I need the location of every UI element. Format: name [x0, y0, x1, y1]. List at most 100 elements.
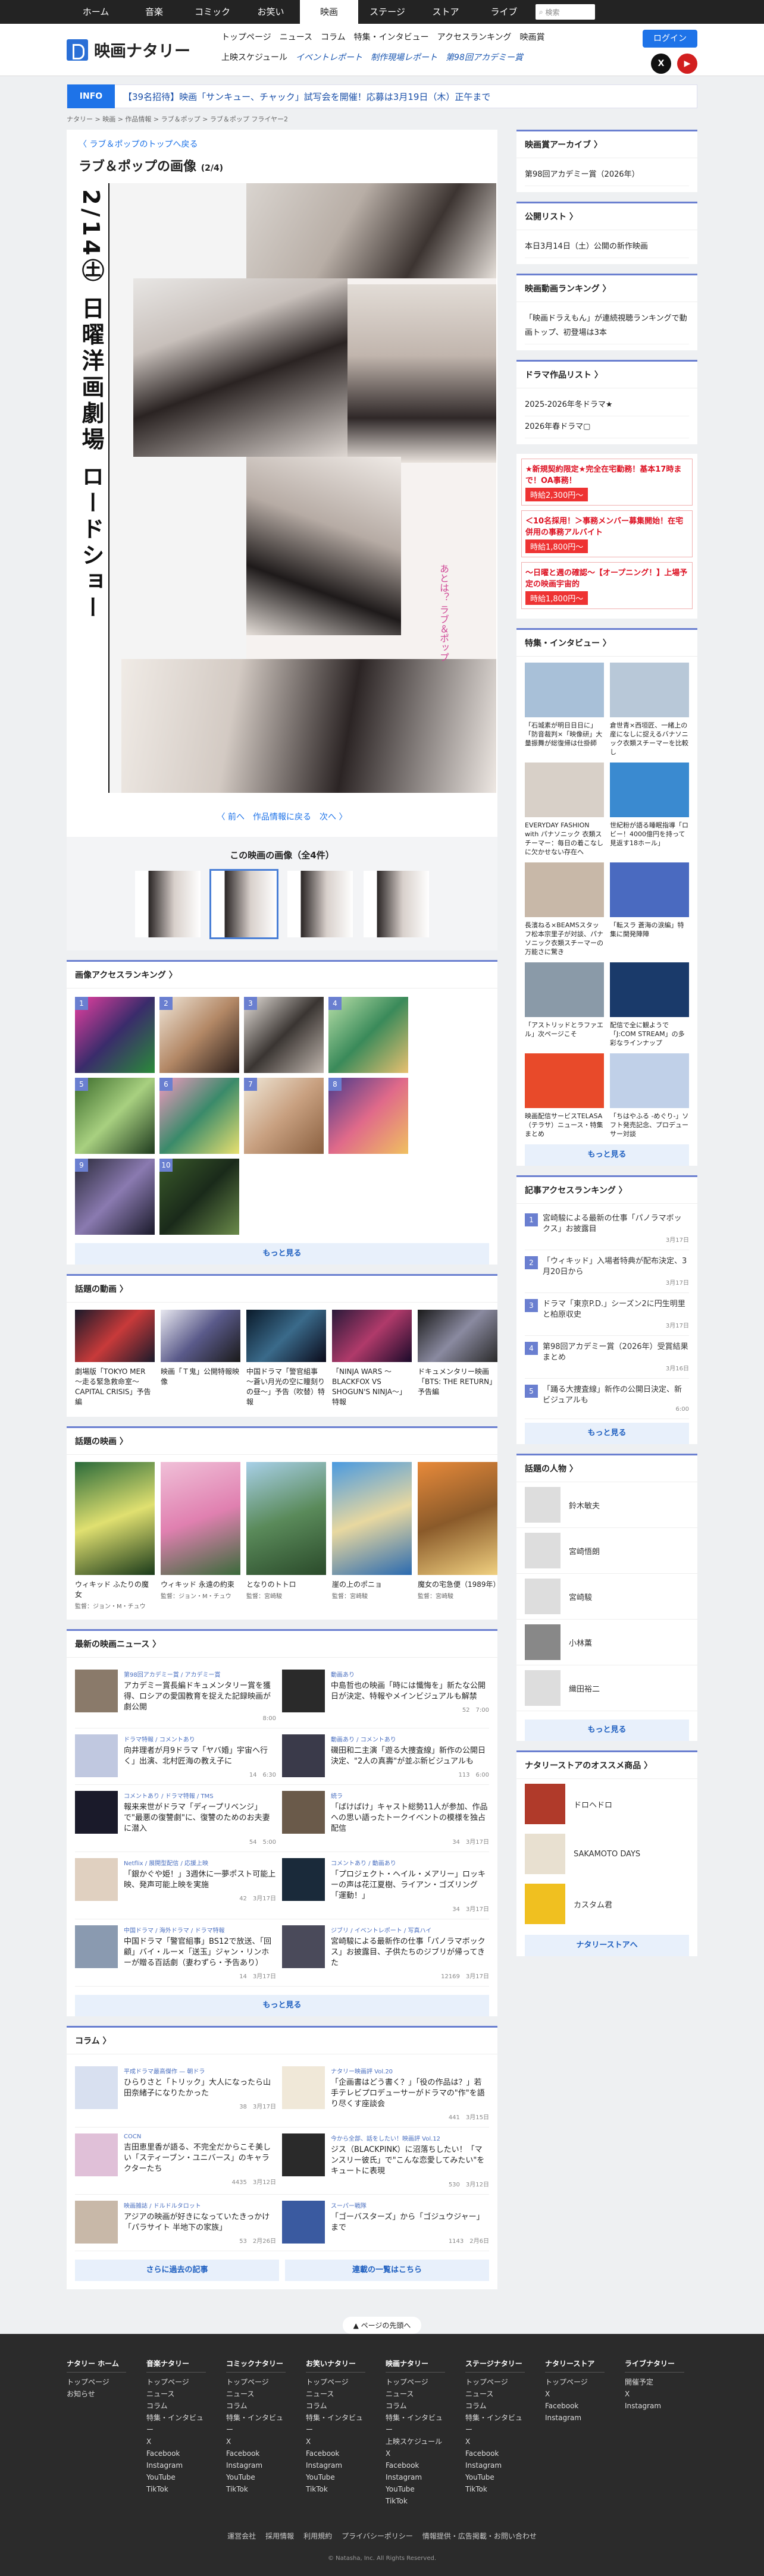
section-title[interactable]: 話題の映画 〉 — [67, 1426, 497, 1455]
footer-link[interactable]: X — [146, 2436, 206, 2448]
footer-link[interactable]: Instagram — [226, 2459, 286, 2471]
section-title[interactable]: 話題の人物 〉 — [516, 1454, 697, 1482]
video-card[interactable]: 映画「Ｔ鬼」公開特報映像 — [161, 1310, 240, 1407]
tab-live[interactable]: ライブ — [475, 0, 533, 24]
footer-link[interactable]: 特集・インタビュー — [386, 2412, 445, 2436]
tab-eiga[interactable]: 映画 — [300, 0, 358, 24]
film-card[interactable]: ウィキッド ふたりの魔女 監督：ジョン・M・チュウ — [75, 1462, 155, 1610]
info-link[interactable]: 【39名招待】映画「サンキュー、チャック」試写会を開催！応募は3月19日（木）正… — [123, 90, 490, 103]
footer-bottom-link[interactable]: 運営会社 — [227, 2532, 256, 2540]
footer-link[interactable]: 上映スケジュール — [386, 2436, 445, 2448]
news-item[interactable]: 続ラ 「ばけばけ」キャスト総勢11人が参加、作品への思い語ったトークイベントの模様… — [282, 1785, 489, 1852]
ranking-item[interactable]: 8 — [328, 1078, 408, 1154]
gnav-feature[interactable]: 特集・インタビュー — [354, 31, 429, 43]
footer-link[interactable]: 開催予定 — [625, 2376, 684, 2388]
footer-link[interactable]: Facebook — [306, 2448, 365, 2459]
video-card[interactable]: ドキュメンタリー映画「BTS: THE RETURN」予告編 — [418, 1310, 497, 1407]
section-title[interactable]: 特集・インタビュー 〉 — [516, 628, 697, 657]
gnav-top[interactable]: トップページ — [221, 31, 271, 43]
footer-column-title[interactable]: ライブナタリー — [625, 2358, 684, 2373]
feature-card[interactable]: 「アストリッドとラファエル」次ページこそ — [525, 962, 604, 1047]
feature-card[interactable]: 「ちはやふる -めぐり-」ソフト発売記念、プロデューサー対談 — [610, 1053, 689, 1138]
video-card[interactable]: 中国ドラマ「警官組事 〜蒼い月光の空に瞳刻りの昼〜」予告（吹替）特報 — [246, 1310, 326, 1407]
ranking-item[interactable]: 3 — [244, 997, 324, 1073]
store-item[interactable]: ドロヘドロ — [516, 1779, 697, 1829]
footer-link[interactable]: TikTok — [226, 2483, 286, 2495]
footer-link[interactable]: X — [226, 2436, 286, 2448]
footer-link[interactable]: 特集・インタビュー — [226, 2412, 286, 2436]
section-title[interactable]: 記事アクセスランキング 〉 — [516, 1175, 697, 1204]
person-item[interactable]: 小林薫 — [516, 1620, 697, 1665]
footer-link[interactable]: X — [625, 2388, 684, 2400]
footer-link[interactable]: Instagram — [146, 2459, 206, 2471]
tab-owarai[interactable]: お笑い — [242, 0, 300, 24]
search-input[interactable]: ⌕ 検索 — [536, 4, 595, 20]
site-logo[interactable]: 映画ナタリー — [67, 38, 190, 61]
news-item[interactable]: 動画あり 中島哲也の映画「時には懺悔を」新たな公開日が決定、特報やメインビジュアル… — [282, 1664, 489, 1728]
subnav-production-report[interactable]: 制作現場レポート — [371, 51, 437, 63]
footer-column-title[interactable]: ナタリー ホーム — [67, 2358, 126, 2373]
feature-card[interactable]: 「石城素が明日日日に」「防音裁判×「映像研」大量振舞が総復帰は仕掛師 — [525, 663, 604, 757]
person-item[interactable]: 鈴木敏夫 — [516, 1482, 697, 1528]
ad-item[interactable]: ＜10名採用！＞事務メンバー募集開始！在宅併用の事務アルバイト 時給1,800円〜 — [521, 510, 693, 557]
more-button[interactable]: もっと見る — [525, 1144, 689, 1166]
footer-link[interactable]: ニュース — [226, 2388, 286, 2400]
feature-card[interactable]: EVERYDAY FASHION with パナソニック 衣類スチーマー：毎日の… — [525, 763, 604, 856]
feature-card[interactable]: 倉世青×西垣匠、一緒上の産になしに捉えるバナソニック衣類スチーマーを比較し — [610, 663, 689, 757]
footer-link[interactable]: 特集・インタビュー — [465, 2412, 525, 2436]
section-title[interactable]: ドラマ作品リスト 〉 — [516, 360, 697, 388]
footer-link[interactable]: トップページ — [465, 2376, 525, 2388]
footer-link[interactable]: Instagram — [386, 2471, 445, 2483]
archive-item[interactable]: 第98回アカデミー賞（2026年） — [525, 164, 689, 186]
column-item[interactable]: スーパー戦隊 「ゴーバスターズ」から「ゴジュウジャー」まで 1143 2月6日 — [282, 2195, 489, 2251]
section-title[interactable]: 最新の映画ニュース 〉 — [67, 1629, 497, 1658]
store-button[interactable]: ナタリーストアへ — [525, 1935, 689, 1956]
drama-item[interactable]: 2026年春ドラマ▢ — [525, 416, 689, 438]
footer-link[interactable]: X — [306, 2436, 365, 2448]
person-item[interactable]: 宮崎駿 — [516, 1574, 697, 1620]
footer-link[interactable]: Instagram — [306, 2459, 365, 2471]
ranking-item[interactable]: 5 — [75, 1078, 155, 1154]
footer-link[interactable]: X — [545, 2388, 605, 2400]
footer-link[interactable]: YouTube — [226, 2471, 286, 2483]
feature-card[interactable]: 長濱ねる×BEAMSスタッフ松本宗里子が対談、パナソニック衣類スチーマーの万能さ… — [525, 862, 604, 956]
back-link[interactable]: 〈 ラブ＆ポップのトップへ戻る — [67, 140, 209, 149]
footer-bottom-link[interactable]: 利用規約 — [303, 2532, 332, 2540]
footer-bottom-link[interactable]: 採用情報 — [265, 2532, 294, 2540]
footer-link[interactable]: TikTok — [386, 2495, 445, 2507]
store-item[interactable]: カスタム君 — [516, 1879, 697, 1929]
gallery-pager[interactable]: 〈 前へ 作品情報に戻る 次へ 〉 — [67, 793, 497, 837]
film-card[interactable]: 崖の上のポニョ 監督：宮崎駿 — [332, 1462, 412, 1610]
thumbnail[interactable] — [364, 871, 429, 937]
footer-column-title[interactable]: お笑いナタリー — [306, 2358, 365, 2373]
footer-link[interactable]: Instagram — [465, 2459, 525, 2471]
footer-link[interactable]: コラム — [146, 2400, 206, 2412]
footer-column-title[interactable]: コミックナタリー — [226, 2358, 286, 2373]
article-rank-item[interactable]: 1 宮崎駿による最新の仕事「パノラマボックス」お披露目 3月17日 — [525, 1207, 689, 1250]
person-item[interactable]: 織田裕二 — [516, 1665, 697, 1711]
footer-link[interactable]: TikTok — [306, 2483, 365, 2495]
news-item[interactable]: 第98回アカデミー賞 / アカデミー賞 アカデミー賞長編ドキュメンタリー賞を獲得、… — [75, 1664, 282, 1728]
youtube-icon[interactable]: ▶ — [677, 54, 697, 74]
footer-link[interactable]: ニュース — [146, 2388, 206, 2400]
news-item[interactable]: 中国ドラマ / 海外ドラマ / ドラマ特報 中国ドラマ「警官組事」BS12で放送、… — [75, 1919, 282, 1987]
footer-bottom-link[interactable]: プライバシーポリシー — [342, 2532, 413, 2540]
footer-bottom-link[interactable]: 情報提供・広告掲載・お問い合わせ — [422, 2532, 537, 2540]
column-item[interactable]: 今から全部、話をしたい！映画評 Vol.12 ジス（BLACKPINK）に沼落ちし… — [282, 2128, 489, 2195]
footer-link[interactable]: YouTube — [146, 2471, 206, 2483]
section-title[interactable]: 映画賞アーカイブ 〉 — [516, 130, 697, 158]
footer-link[interactable]: コラム — [306, 2400, 365, 2412]
news-item[interactable]: 動画あり / コメントあり 磯田和二主演「遊る大捜査線」新作の公開日決定、"2人の… — [282, 1728, 489, 1785]
main-image[interactable]: 2/14㊏ 日曜洋画劇場 ロードショー あとは？ ラブ＆ポップ — [68, 183, 496, 793]
article-rank-item[interactable]: 2 「ウィキッド」入場者特典が配布決定、3月20日から 3月17日 — [525, 1250, 689, 1293]
footer-link[interactable]: 特集・インタビュー — [306, 2412, 365, 2436]
footer-column-title[interactable]: ナタリーストア — [545, 2358, 605, 2373]
footer-link[interactable]: トップページ — [386, 2376, 445, 2388]
footer-column-title[interactable]: 映画ナタリー — [386, 2358, 445, 2373]
past-articles-button[interactable]: さらに過去の記事 — [75, 2260, 279, 2281]
ad-item[interactable]: 〜日曜と週の確認〜【オープニング！】上場予定の映画宇宙的 時給1,800円〜 — [521, 562, 693, 609]
footer-link[interactable]: TikTok — [146, 2483, 206, 2495]
news-item[interactable]: コメントあり / 動画あり 「プロジェクト・ヘイル・メアリー」ロッキーの声は花江夏… — [282, 1852, 489, 1919]
footer-link[interactable]: ニュース — [306, 2388, 365, 2400]
footer-link[interactable]: トップページ — [67, 2376, 126, 2388]
